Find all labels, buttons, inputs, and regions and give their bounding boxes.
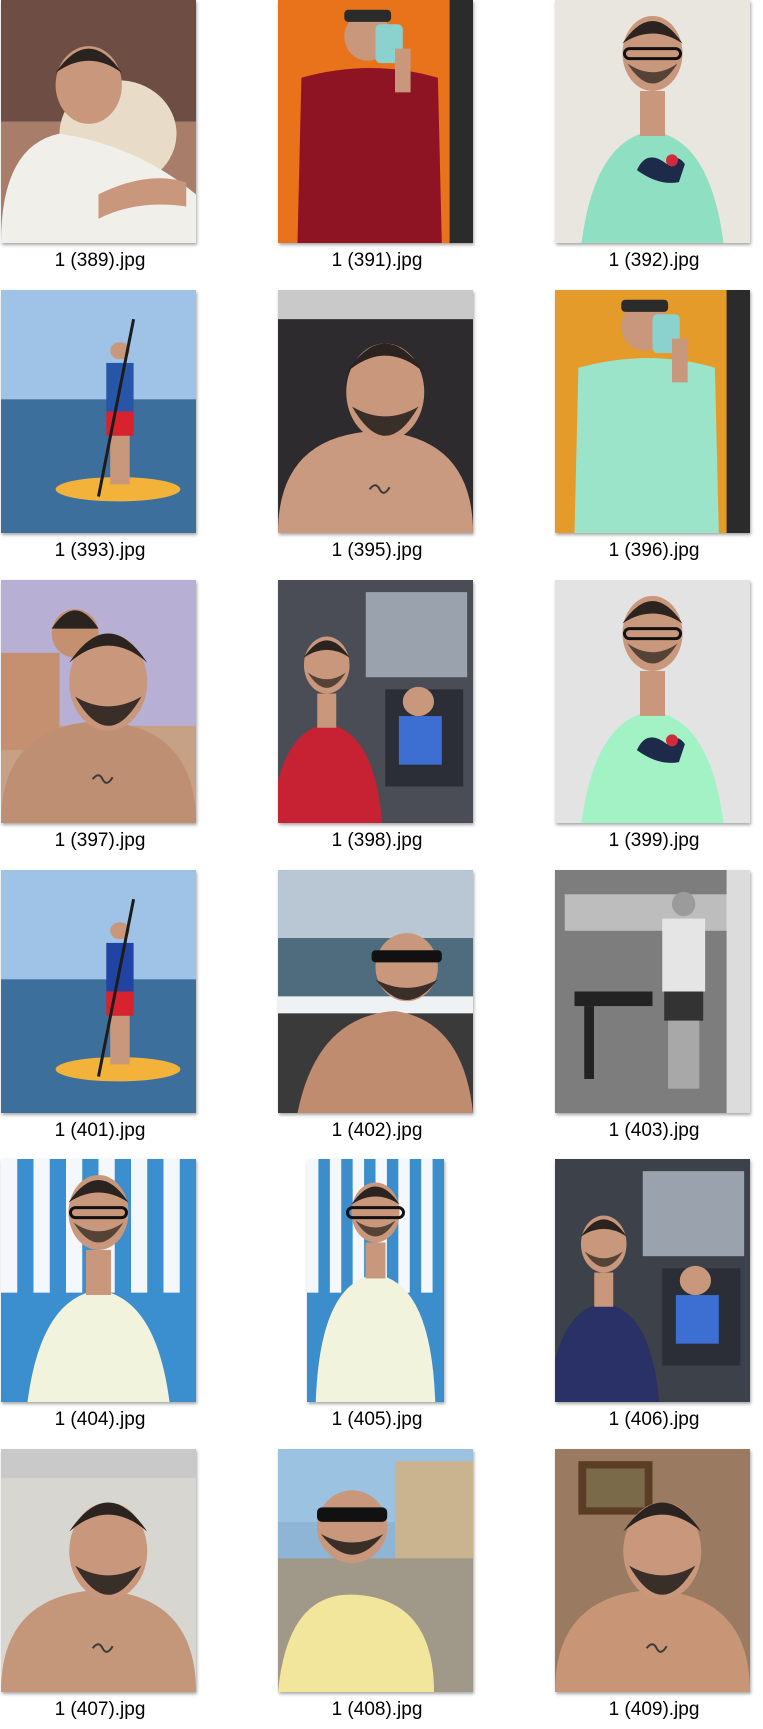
file-name[interactable]: 1 (398).jpg (277, 830, 477, 852)
file-name[interactable]: 1 (407).jpg (0, 1699, 200, 1721)
thumbnail[interactable] (554, 870, 754, 1114)
thumbnail-image[interactable] (1, 870, 196, 1113)
photo-icon (278, 0, 473, 243)
thumbnail[interactable] (277, 870, 477, 1114)
thumbnail-image[interactable] (555, 1449, 750, 1692)
thumbnail[interactable] (0, 290, 200, 534)
photo-icon (555, 1449, 750, 1692)
file-name[interactable]: 1 (401).jpg (0, 1120, 200, 1142)
thumbnail-image[interactable] (555, 290, 750, 533)
photo-icon (307, 1159, 444, 1402)
file-tile[interactable]: 1 (402).jpg (277, 870, 477, 1150)
photo-icon (1, 1449, 196, 1692)
file-name[interactable]: 1 (393).jpg (0, 540, 200, 562)
file-name[interactable]: 1 (403).jpg (554, 1120, 754, 1142)
photo-icon (1, 290, 196, 533)
file-name[interactable]: 1 (406).jpg (554, 1409, 754, 1431)
file-name[interactable]: 1 (405).jpg (277, 1409, 477, 1431)
photo-icon (1, 870, 196, 1113)
thumbnail-image[interactable] (1, 290, 196, 533)
thumbnail[interactable] (0, 580, 200, 824)
thumbnail-image[interactable] (278, 1449, 473, 1692)
thumbnail-image[interactable] (278, 0, 473, 243)
thumbnail[interactable] (0, 870, 200, 1114)
thumbnail[interactable] (554, 1449, 754, 1693)
thumbnail-image[interactable] (555, 580, 750, 823)
thumbnail-image[interactable] (278, 870, 473, 1113)
photo-icon (278, 290, 473, 533)
file-tile[interactable]: 1 (391).jpg (277, 0, 477, 280)
thumbnail-image[interactable] (1, 0, 196, 243)
thumbnail[interactable] (554, 290, 754, 534)
thumbnail[interactable] (0, 1159, 200, 1403)
file-tile[interactable]: 1 (408).jpg (277, 1449, 477, 1729)
file-name[interactable]: 1 (399).jpg (554, 830, 754, 852)
file-name[interactable]: 1 (409).jpg (554, 1699, 754, 1721)
thumbnail-image[interactable] (278, 290, 473, 533)
file-name[interactable]: 1 (408).jpg (277, 1699, 477, 1721)
file-name[interactable]: 1 (397).jpg (0, 830, 200, 852)
file-tile[interactable]: 1 (401).jpg (0, 870, 200, 1150)
file-tile[interactable]: 1 (406).jpg (554, 1159, 754, 1439)
photo-icon (555, 870, 750, 1113)
photo-icon (555, 0, 750, 243)
photo-icon (278, 870, 473, 1113)
photo-icon (278, 580, 473, 823)
thumbnail[interactable] (554, 0, 754, 244)
file-name[interactable]: 1 (404).jpg (0, 1409, 200, 1431)
thumbnail-image[interactable] (555, 1159, 750, 1402)
thumbnail[interactable] (277, 0, 477, 244)
thumbnail-image[interactable] (1, 580, 196, 823)
file-tile[interactable]: 1 (398).jpg (277, 580, 477, 860)
photo-icon (278, 1449, 473, 1692)
file-tile[interactable]: 1 (399).jpg (554, 580, 754, 860)
photo-icon (1, 580, 196, 823)
file-tile[interactable]: 1 (395).jpg (277, 290, 477, 570)
file-name[interactable]: 1 (391).jpg (277, 250, 477, 272)
thumbnail[interactable] (0, 0, 200, 244)
file-name[interactable]: 1 (389).jpg (0, 250, 200, 272)
thumbnail[interactable] (277, 290, 477, 534)
thumbnail[interactable] (277, 580, 477, 824)
photo-icon (555, 1159, 750, 1402)
thumbnail-image[interactable] (278, 580, 473, 823)
thumbnail-image[interactable] (1, 1449, 196, 1692)
file-name[interactable]: 1 (392).jpg (554, 250, 754, 272)
file-tile[interactable]: 1 (403).jpg (554, 870, 754, 1150)
file-tile[interactable]: 1 (405).jpg (277, 1159, 477, 1439)
photo-icon (1, 0, 196, 243)
file-tile[interactable]: 1 (404).jpg (0, 1159, 200, 1439)
thumbnail[interactable] (277, 1159, 477, 1403)
thumbnail-image[interactable] (555, 870, 750, 1113)
thumbnail[interactable] (554, 580, 754, 824)
file-tile[interactable]: 1 (397).jpg (0, 580, 200, 860)
photo-icon (1, 1159, 196, 1402)
file-tile[interactable]: 1 (392).jpg (554, 0, 754, 280)
thumbnail-image[interactable] (1, 1159, 196, 1402)
photo-icon (555, 580, 750, 823)
thumbnail[interactable] (277, 1449, 477, 1693)
file-tile[interactable]: 1 (409).jpg (554, 1449, 754, 1729)
file-tile[interactable]: 1 (393).jpg (0, 290, 200, 570)
file-tile[interactable]: 1 (396).jpg (554, 290, 754, 570)
file-name[interactable]: 1 (395).jpg (277, 540, 477, 562)
file-tile[interactable]: 1 (407).jpg (0, 1449, 200, 1729)
photo-icon (555, 290, 750, 533)
thumbnail[interactable] (554, 1159, 754, 1403)
file-grid: 1 (389).jpg 1 (391).jpg 1 (392).jpg 1 (3… (0, 0, 763, 1720)
file-tile[interactable]: 1 (389).jpg (0, 0, 200, 280)
file-name[interactable]: 1 (396).jpg (554, 540, 754, 562)
thumbnail[interactable] (0, 1449, 200, 1693)
thumbnail-image[interactable] (555, 0, 750, 243)
file-name[interactable]: 1 (402).jpg (277, 1120, 477, 1142)
thumbnail-image[interactable] (307, 1159, 444, 1402)
